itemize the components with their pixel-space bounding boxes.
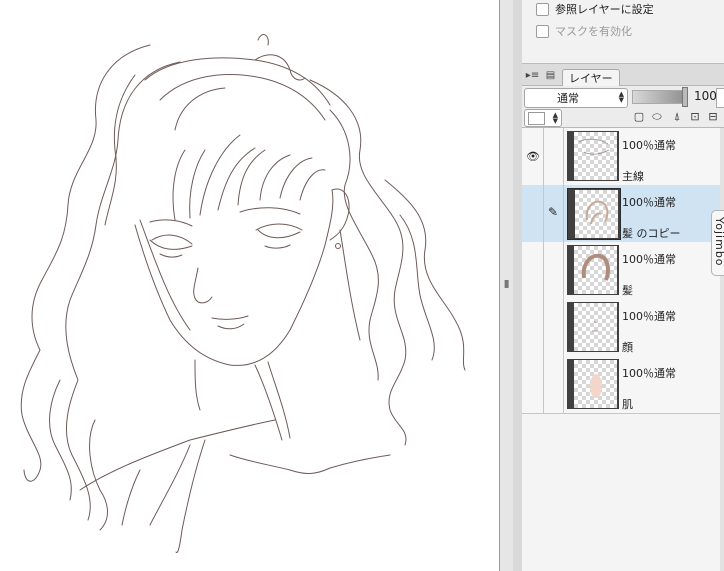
- layer-tab-bar: ▸≡ ▤ レイヤー: [522, 68, 724, 86]
- reference-layer-icon[interactable]: ⬭: [650, 109, 664, 125]
- layer-row[interactable]: 100％通常 肌: [522, 356, 724, 414]
- blend-mode-select[interactable]: 通常 ▲ ▼: [524, 88, 628, 108]
- layer-visibility-toggle[interactable]: [522, 185, 544, 242]
- layer-row[interactable]: 100％通常 髪: [522, 242, 724, 300]
- splitter-grip-icon: ▪ ▪: [504, 277, 510, 290]
- blend-mode-value: 通常: [557, 92, 579, 105]
- side-tab-yojimbo[interactable]: Yojimbo: [711, 210, 724, 276]
- layer-name: 髪 のコピー: [622, 227, 681, 240]
- layer-row[interactable]: ✎ 100％通常 髪 のコピー: [522, 185, 724, 243]
- opacity-slider-knob[interactable]: [682, 87, 688, 107]
- blend-opacity-row: 通常 ▲ ▼ 100: [522, 86, 724, 108]
- right-panel: 参照レイヤーに設定 マスクを有効化 ▸≡ ▤ レイヤー 通常 ▲ ▼ 100 ▲ ▼…: [522, 0, 724, 571]
- layer-visibility-toggle[interactable]: [522, 242, 544, 299]
- layer-property-section: 参照レイヤーに設定 マスクを有効化: [522, 0, 724, 64]
- reference-layer-checkbox[interactable]: [536, 2, 549, 16]
- layer-info: 100％通常: [622, 253, 676, 266]
- layer-info: 100％通常: [622, 139, 676, 152]
- lock-icon[interactable]: ⊡: [688, 109, 702, 125]
- layer-info: 100％通常: [622, 367, 676, 380]
- clip-layer-icon[interactable]: ▢: [632, 109, 646, 125]
- layer-list: 👁 100％通常 主線 ✎ 100％通常 髪 のコピー 100％通常 髪 100…: [522, 128, 724, 414]
- layer-edit-column[interactable]: ✎: [544, 185, 564, 242]
- mask-enable-checkbox[interactable]: [536, 24, 549, 38]
- layer-visibility-toggle[interactable]: 👁: [522, 128, 544, 185]
- layer-name: 顔: [622, 341, 633, 354]
- mask-enable-option[interactable]: マスクを有効化: [536, 22, 632, 40]
- layer-name: 主線: [622, 170, 644, 183]
- panel-menu-icon[interactable]: ▸≡: [525, 70, 540, 82]
- layer-thumbnail: [567, 188, 621, 240]
- layer-visibility-toggle[interactable]: [522, 356, 544, 413]
- layer-list-empty-area[interactable]: [522, 414, 724, 571]
- layer-name: 肌: [622, 398, 633, 411]
- eye-icon: 👁: [526, 150, 540, 163]
- layer-edit-column[interactable]: [544, 356, 564, 413]
- pen-icon: ✎: [548, 205, 559, 219]
- tab-layer[interactable]: レイヤー: [562, 69, 620, 86]
- mask-enable-label: マスクを有効化: [555, 25, 632, 38]
- draft-layer-icon[interactable]: ⍋: [670, 109, 684, 125]
- layer-edit-column[interactable]: [544, 299, 564, 356]
- layer-panel-icon[interactable]: ▤: [543, 70, 558, 82]
- reference-layer-label: 参照レイヤーに設定: [555, 3, 654, 16]
- layer-thumbnail: [567, 245, 619, 295]
- sketch-drawing: [20, 34, 466, 554]
- panel-scroll-edge: [720, 128, 724, 571]
- layer-thumbnail: [567, 359, 619, 409]
- layer-row[interactable]: 👁 100％通常 主線: [522, 128, 724, 186]
- reference-layer-option[interactable]: 参照レイヤーに設定: [536, 0, 654, 18]
- tab-layer-label: レイヤー: [569, 72, 613, 85]
- layer-thumbnail: [567, 131, 619, 181]
- select-arrows-icon: ▲ ▼: [618, 90, 624, 104]
- opacity-slider[interactable]: [632, 90, 686, 104]
- layer-visibility-toggle[interactable]: [522, 299, 544, 356]
- panel-gutter: [513, 0, 522, 571]
- layer-info: 100％通常: [622, 196, 676, 209]
- opacity-stepper[interactable]: [716, 88, 724, 108]
- select-arrows-icon: ▲ ▼: [552, 111, 558, 125]
- layer-color-select[interactable]: ▲ ▼: [524, 109, 562, 127]
- side-tab-label: Yojimbo: [713, 217, 724, 267]
- lock-alpha-icon[interactable]: ⊟: [706, 109, 720, 125]
- layer-info: 100％通常: [622, 310, 676, 323]
- drawing-canvas[interactable]: [0, 0, 499, 571]
- layer-toolbar: ▲ ▼ ▢ ⬭ ⍋ ⊡ ⊟: [522, 108, 724, 128]
- opacity-value[interactable]: 100: [694, 89, 717, 103]
- layer-thumbnail: [567, 302, 619, 352]
- layer-color-swatch: [528, 112, 545, 125]
- layer-row[interactable]: 100％通常 顔: [522, 299, 724, 357]
- layer-edit-column[interactable]: [544, 242, 564, 299]
- layer-name: 髪: [622, 284, 633, 297]
- layer-edit-column[interactable]: [544, 128, 564, 185]
